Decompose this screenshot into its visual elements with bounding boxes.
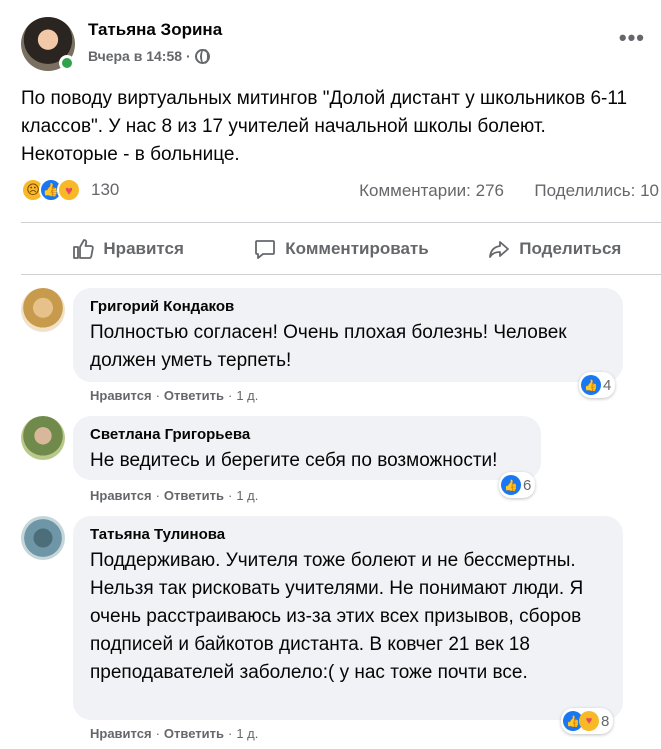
comment-label: Комментировать	[285, 239, 429, 258]
globe-icon	[194, 48, 210, 64]
divider	[21, 274, 661, 275]
comment-like-link[interactable]: Нравится	[90, 726, 152, 741]
comment-icon	[255, 240, 276, 259]
dot-separator: ·	[155, 726, 160, 741]
avatar[interactable]	[21, 416, 65, 460]
reactions-summary[interactable]: ☹ 👍 ♥ 130	[21, 178, 119, 202]
comment-text: Полностью согласен! Очень плохая болезнь…	[90, 322, 567, 371]
comment-actions: Нравится · Ответить · 1 д.	[90, 388, 258, 403]
like-icon: 👍	[581, 375, 601, 395]
post-text: По поводу виртуальных митингов "Долой ди…	[21, 88, 628, 165]
like-button[interactable]: Нравится	[21, 226, 234, 272]
dot-separator: ·	[155, 488, 160, 503]
comment-like-link[interactable]: Нравится	[90, 388, 152, 403]
dot-separator: ·	[227, 488, 233, 503]
comment-like-count: 8	[601, 712, 610, 730]
like-label: Нравится	[103, 239, 184, 258]
reply-link[interactable]: Ответить	[164, 388, 224, 403]
avatar[interactable]	[21, 288, 65, 332]
comment-reactions[interactable]: 👍 6	[499, 472, 536, 498]
reply-link[interactable]: Ответить	[164, 488, 224, 503]
post-meta: Вчера в 14:58 ·	[88, 48, 210, 64]
comment-text: Не ведитесь и берегите себя по возможнос…	[90, 450, 498, 471]
meta-separator: ·	[186, 48, 191, 64]
comment-reactions[interactable]: 👍 4	[579, 372, 616, 398]
comment-like-link[interactable]: Нравится	[90, 488, 152, 503]
share-button[interactable]: Поделиться	[448, 226, 661, 272]
care-icon: ♥	[579, 711, 599, 731]
commenter-name[interactable]: Татьяна Тулинова	[90, 525, 606, 545]
like-icon: 👍	[501, 475, 521, 495]
online-status-icon	[59, 55, 75, 71]
author-name[interactable]: Татьяна Зорина	[88, 20, 222, 40]
comment-actions: Нравится · Ответить · 1 д.	[90, 726, 258, 741]
shares-count[interactable]: Поделились: 10	[534, 181, 659, 201]
comment-like-count: 6	[523, 476, 532, 494]
divider	[21, 222, 661, 223]
comment-actions: Нравится · Ответить · 1 д.	[90, 488, 258, 503]
comment-bubble: Григорий Кондаков Полностью согласен! Оч…	[73, 288, 623, 382]
post-header: Татьяна Зорина Вчера в 14:58 · •••	[21, 15, 651, 75]
action-bar: Нравится Комментировать Поделиться	[21, 226, 661, 272]
comment-age[interactable]: 1 д.	[236, 388, 258, 403]
comment-like-count: 4	[603, 376, 612, 394]
comment-text: Поддерживаю. Учителя тоже болеют и не бе…	[90, 550, 584, 683]
dot-separator: ·	[227, 726, 233, 741]
post-stats: ☹ 👍 ♥ 130 Комментарии: 276 Поделились: 1…	[21, 176, 661, 208]
dot-separator: ·	[227, 388, 233, 403]
comment-reactions[interactable]: 👍 ♥ 8	[561, 708, 614, 734]
share-label: Поделиться	[519, 239, 622, 258]
more-options-button[interactable]: •••	[619, 25, 645, 51]
comment-button[interactable]: Комментировать	[234, 226, 447, 272]
comment-age[interactable]: 1 д.	[236, 488, 258, 503]
commenter-name[interactable]: Григорий Кондаков	[90, 297, 606, 317]
share-icon	[489, 241, 510, 258]
comment-bubble: Татьяна Тулинова Поддерживаю. Учителя то…	[73, 516, 623, 720]
comment-age[interactable]: 1 д.	[236, 726, 258, 741]
dot-separator: ·	[155, 388, 160, 403]
comment-bubble: Светлана Григорьева Не ведитесь и береги…	[73, 416, 541, 480]
care-icon: ♥	[57, 178, 81, 202]
commenter-name[interactable]: Светлана Григорьева	[90, 425, 524, 445]
avatar[interactable]	[21, 516, 65, 560]
reaction-count: 130	[91, 180, 120, 199]
reply-link[interactable]: Ответить	[164, 726, 224, 741]
comments-count[interactable]: Комментарии: 276	[359, 181, 504, 201]
thumbs-up-icon	[73, 239, 95, 259]
post-time[interactable]: Вчера в 14:58	[88, 48, 182, 64]
